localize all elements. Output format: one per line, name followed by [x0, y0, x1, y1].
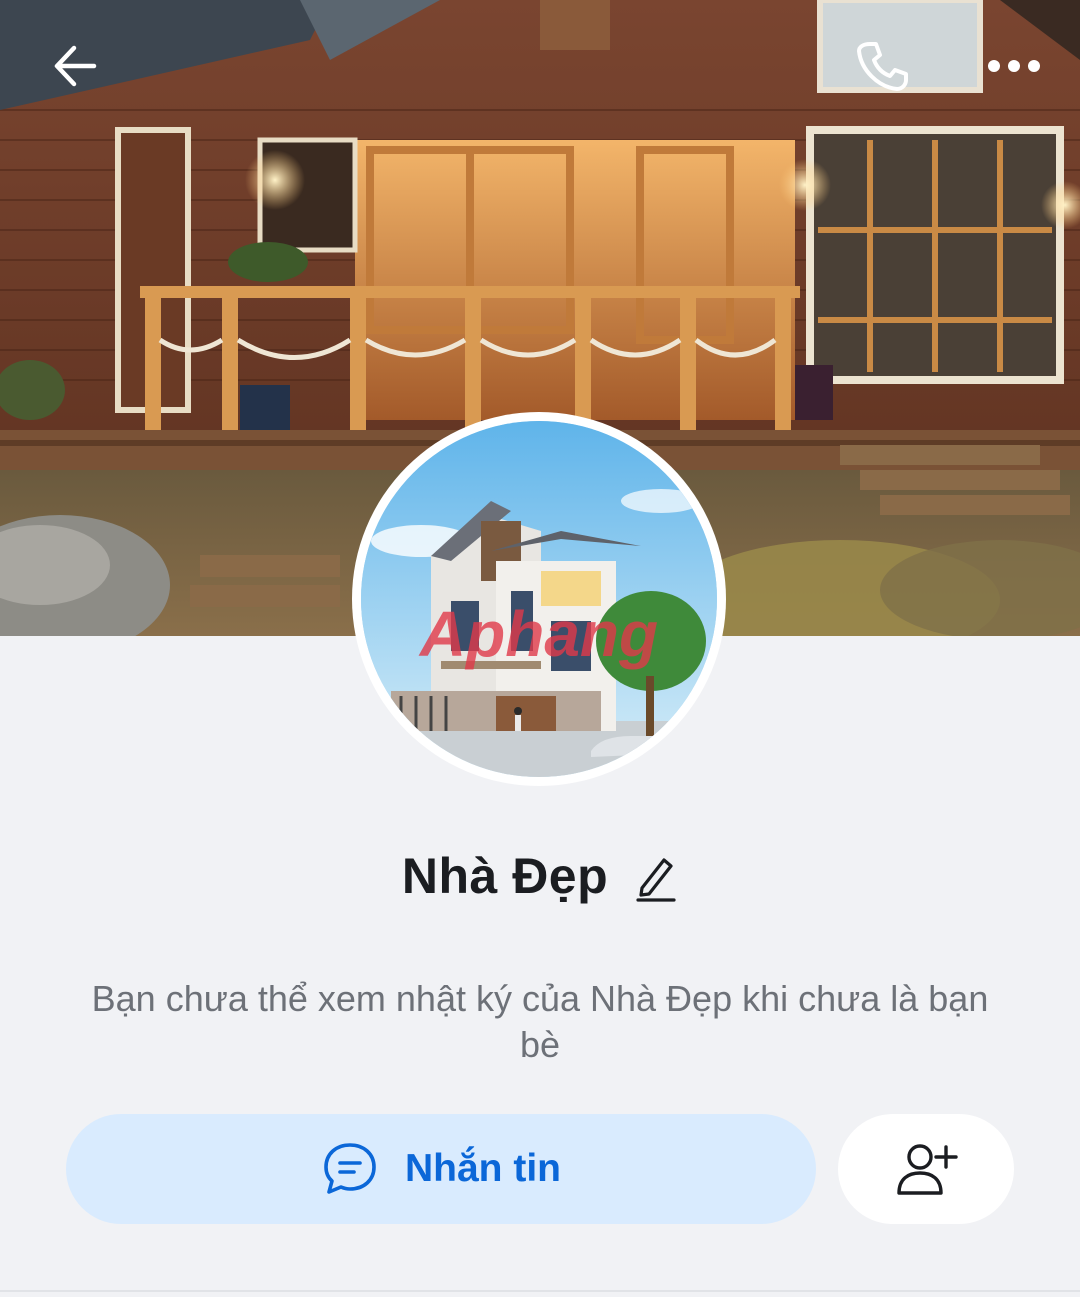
profile-name-row: Nhà Đẹp — [0, 838, 1080, 914]
profile-name: Nhà Đẹp — [401, 848, 609, 904]
edit-name-button[interactable] — [634, 850, 678, 902]
more-options-button[interactable] — [978, 30, 1050, 102]
house-illustration: Aphang — [361, 421, 717, 777]
message-button-label: Nhắn tin — [405, 1147, 561, 1190]
message-button[interactable]: Nhắn tin — [66, 1114, 816, 1224]
back-button[interactable] — [40, 30, 112, 102]
profile-avatar[interactable]: Aphang — [352, 412, 726, 786]
more-horizontal-icon — [988, 60, 1040, 72]
arrow-left-icon — [54, 45, 97, 87]
user-plus-icon — [897, 1144, 958, 1195]
call-button[interactable] — [846, 30, 918, 102]
chat-bubble-icon — [324, 1143, 376, 1194]
pencil-icon — [636, 858, 676, 902]
phone-icon — [857, 42, 908, 91]
avatar-image: Aphang — [361, 421, 717, 777]
add-friend-button[interactable] — [838, 1114, 1014, 1224]
diary-restriction-notice: Bạn chưa thể xem nhật ký của Nhà Đẹp khi… — [91, 978, 989, 1065]
bottom-divider — [0, 1290, 1080, 1292]
avatar-watermark: Aphang — [418, 598, 658, 670]
